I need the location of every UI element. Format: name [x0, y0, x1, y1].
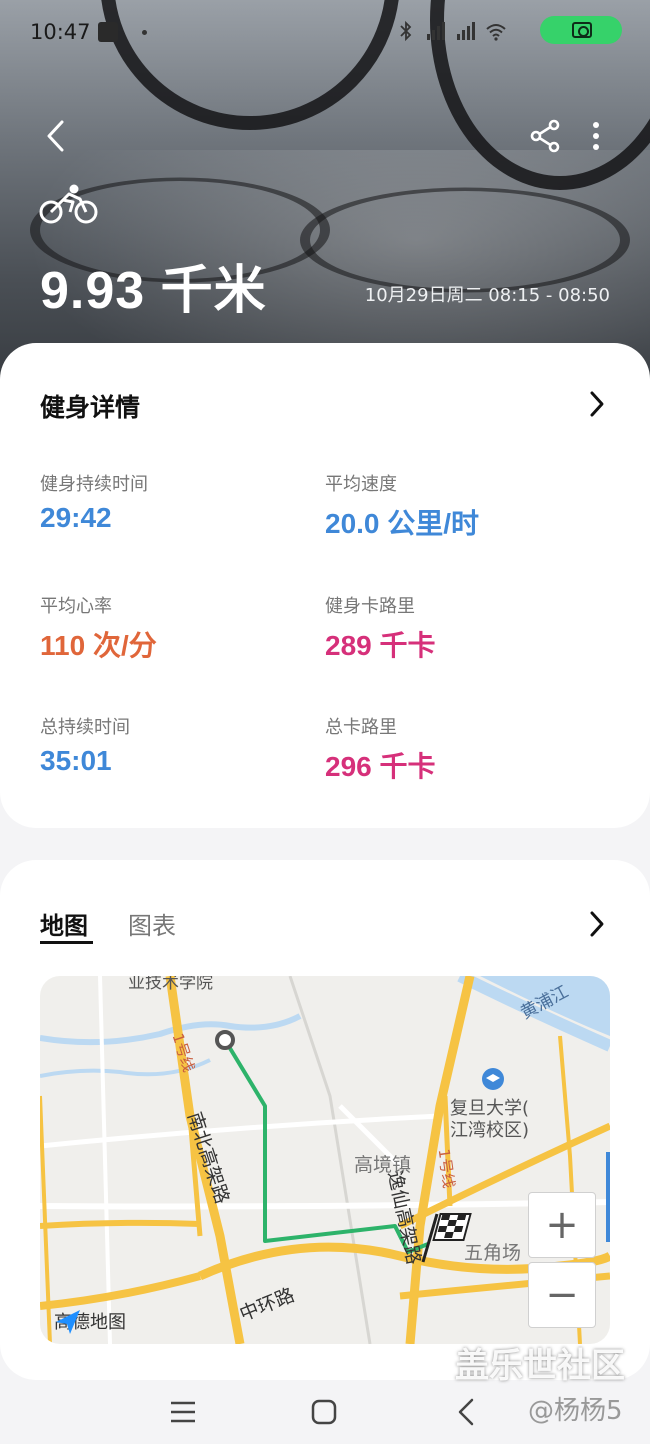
zoom-out-button[interactable]: − — [528, 1262, 596, 1328]
home-icon[interactable] — [306, 1394, 342, 1430]
stat-label: 总持续时间 — [40, 717, 130, 738]
tab-map[interactable]: 地图 — [40, 906, 88, 941]
stat-label: 健身卡路里 — [325, 596, 415, 617]
signal-hd-icon — [427, 22, 445, 40]
stat-value: 289 千卡 — [325, 630, 436, 661]
more-notifications-icon — [142, 30, 147, 35]
active-tab-indicator — [40, 941, 93, 944]
cycling-icon — [39, 184, 98, 224]
distance-value: 9.93 千米 — [40, 262, 267, 320]
notification-icon — [98, 22, 118, 42]
more-options-icon[interactable] — [582, 118, 610, 154]
stat-value: 110 次/分 — [40, 630, 157, 661]
stat-label: 平均心率 — [40, 596, 112, 617]
route-map[interactable]: 业技术学院 黄浦江 1号线 南北高架路 复旦大学( 江湾校区) 高境镇 逸仙高架… — [40, 976, 610, 1344]
status-bar: 10:47 — [0, 0, 650, 64]
back-button[interactable] — [36, 116, 76, 156]
camera-in-use-indicator — [540, 16, 622, 44]
chevron-right-icon[interactable] — [586, 909, 608, 939]
navigation-arrow-icon — [56, 1310, 80, 1334]
stat-value: 29:42 — [40, 502, 112, 533]
stat-value: 296 千卡 — [325, 751, 436, 782]
stat-value: 20.0 公里/时 — [325, 508, 480, 539]
map-provider-logo: 高德地图 — [54, 1308, 126, 1334]
watermark-username: @杨杨5 — [528, 1396, 623, 1426]
tab-chart[interactable]: 图表 — [128, 906, 176, 941]
workout-time-range: 10月29日周二 08:15 - 08:50 — [364, 285, 610, 306]
map-label: 五角场 — [464, 1242, 522, 1264]
minus-icon: − — [545, 1272, 579, 1318]
details-title: 健身详情 — [40, 393, 141, 422]
status-icons — [395, 20, 507, 42]
back-nav-icon[interactable] — [450, 1394, 486, 1430]
map-label: 江湾校区) — [450, 1120, 530, 1141]
bluetooth-icon — [400, 20, 412, 42]
chevron-left-icon — [47, 120, 64, 152]
stat-label: 健身持续时间 — [40, 474, 148, 495]
map-label: 业技术学院 — [128, 976, 213, 993]
plus-icon: + — [545, 1202, 579, 1248]
status-time: 10:47 — [30, 20, 91, 44]
community-watermark: 盖乐世社区 — [455, 1346, 625, 1386]
recent-apps-icon[interactable] — [165, 1394, 201, 1430]
zoom-in-button[interactable]: + — [528, 1192, 596, 1258]
stat-label: 平均速度 — [325, 474, 397, 495]
wifi-icon — [486, 24, 506, 41]
camera-icon — [572, 22, 592, 38]
signal-icon — [457, 22, 475, 40]
bike-shadow-image — [300, 187, 630, 293]
map-graphics — [40, 976, 610, 1344]
stat-label: 总卡路里 — [325, 717, 397, 738]
stat-value: 35:01 — [40, 745, 112, 776]
share-icon[interactable] — [527, 118, 563, 154]
chevron-right-icon[interactable] — [586, 389, 608, 419]
